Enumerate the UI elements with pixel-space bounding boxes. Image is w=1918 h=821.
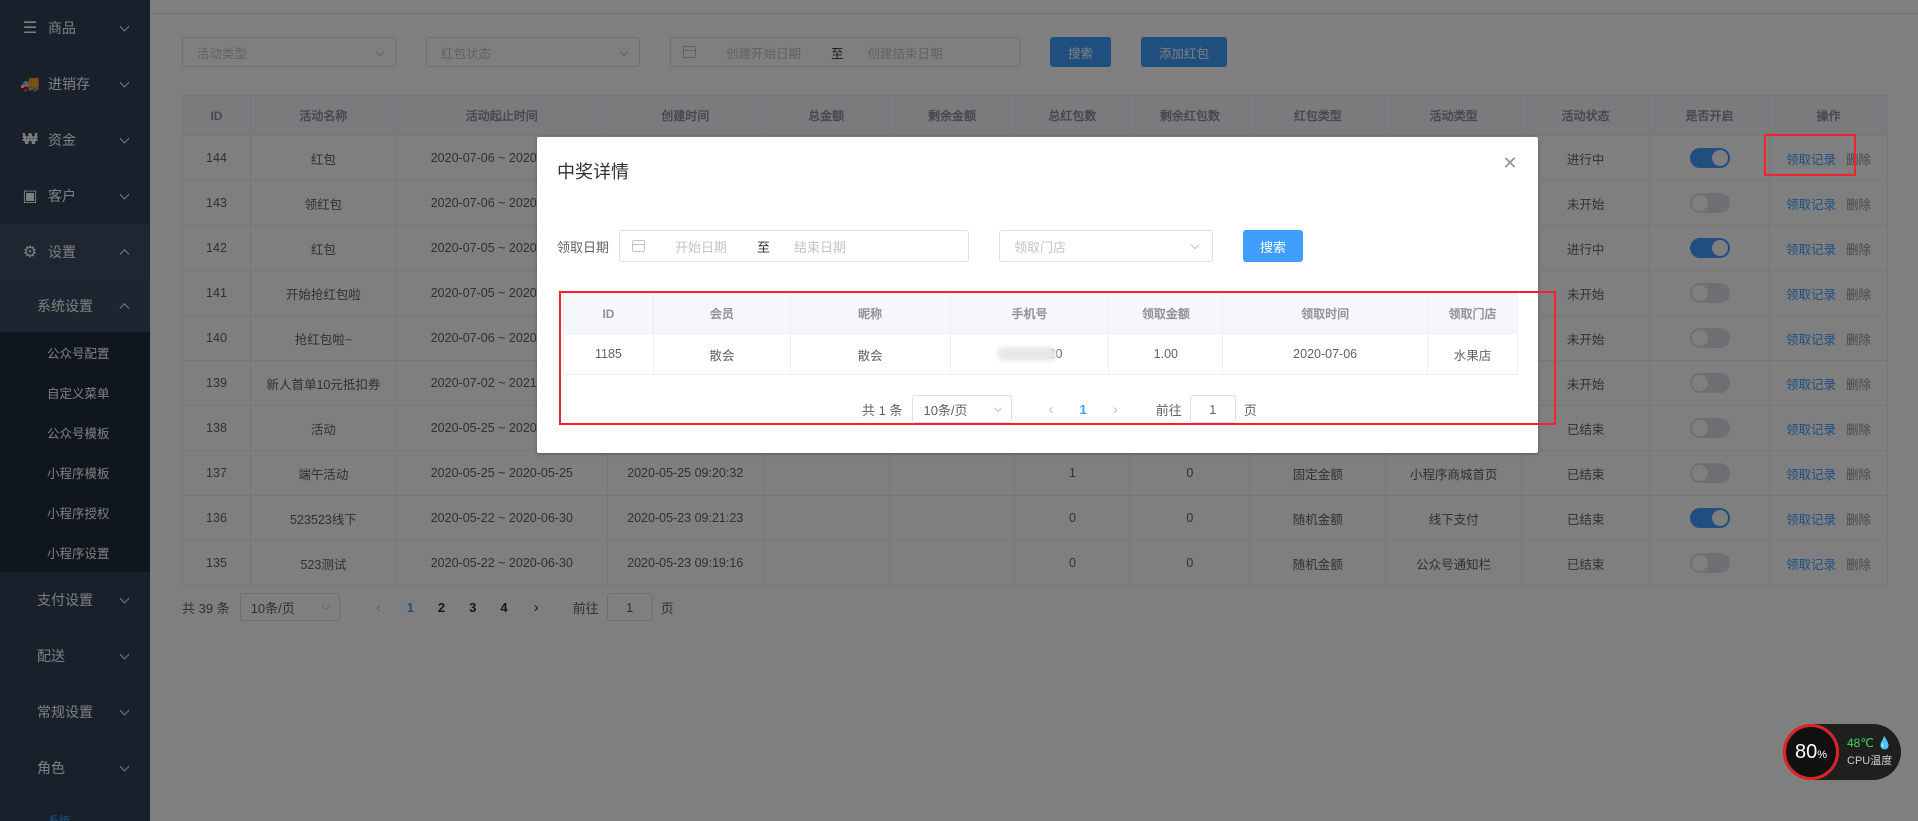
- claim-store-select[interactable]: 领取门店: [999, 230, 1214, 262]
- end-date-input[interactable]: 结束日期: [794, 237, 846, 256]
- cpu-info: 48℃ 💧 CPU温度: [1847, 736, 1892, 768]
- dialog-filter-bar: 领取日期 开始日期 至 结束日期 领取门店 搜索: [557, 230, 1304, 262]
- flame-icon: 💧: [1877, 736, 1893, 750]
- dialog-title: 中奖详情: [557, 162, 629, 182]
- cpu-label: CPU温度: [1847, 755, 1893, 767]
- range-separator: 至: [757, 239, 771, 255]
- claim-date-label: 领取日期: [557, 239, 610, 255]
- cpu-percent: 80: [1794, 740, 1818, 763]
- cpu-temp-value: 48℃: [1847, 736, 1874, 750]
- close-icon[interactable]: ✕: [1502, 154, 1518, 172]
- start-date-input[interactable]: 开始日期: [675, 237, 727, 256]
- claim-date-range[interactable]: 开始日期 至 结束日期: [619, 230, 970, 262]
- highlight-box-record-link: [1764, 134, 1856, 176]
- chevron-down-icon: [1190, 240, 1200, 250]
- cpu-temperature-widget[interactable]: 80% 48℃ 💧 CPU温度: [1783, 724, 1901, 780]
- percent-sign: %: [1817, 749, 1828, 761]
- dialog-search-button[interactable]: 搜索: [1243, 230, 1304, 262]
- calendar-icon: [632, 240, 646, 252]
- placeholder: 领取门店: [1014, 239, 1067, 255]
- cpu-temp: 48℃ 💧: [1847, 736, 1892, 750]
- highlight-box-prize-table: [559, 291, 1556, 425]
- cpu-usage-ring: 80%: [1783, 724, 1839, 780]
